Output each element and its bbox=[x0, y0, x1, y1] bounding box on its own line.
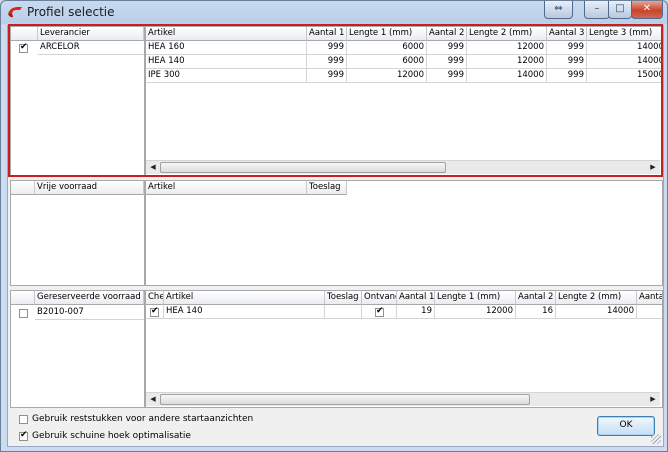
maximize-icon[interactable]: □ bbox=[608, 1, 632, 19]
table-row-artikel[interactable]: HEA 160 bbox=[146, 41, 307, 55]
table-cell[interactable]: 999 bbox=[307, 55, 347, 69]
resize-grip-icon[interactable] bbox=[651, 434, 661, 444]
table-cell[interactable]: 16 bbox=[516, 305, 556, 319]
reserved-checkbox-b2010-007[interactable] bbox=[19, 309, 28, 318]
title-bar[interactable]: Profiel selectie ⇔ – □ ✕ bbox=[1, 1, 667, 23]
table-row-artikel[interactable]: HEA 140 bbox=[164, 305, 325, 319]
col-lengte-2[interactable]: Lengte 2 (mm) bbox=[467, 27, 547, 41]
col-aantal-1[interactable]: Aantal 1 bbox=[397, 291, 435, 305]
table-cell[interactable]: 6000 bbox=[347, 55, 427, 69]
bevel-optimization-checkbox[interactable] bbox=[19, 430, 28, 441]
use-offcuts-checkbox[interactable] bbox=[19, 415, 28, 424]
col-aantal-2[interactable]: Aantal 2 bbox=[516, 291, 556, 305]
table-cell[interactable]: 999 bbox=[427, 69, 467, 83]
table-cell[interactable]: 999 bbox=[427, 55, 467, 69]
table-cell[interactable]: 999 bbox=[307, 41, 347, 55]
received-checkbox[interactable] bbox=[375, 306, 384, 317]
table-cell[interactable]: 14000 bbox=[587, 55, 662, 69]
col-toeslag[interactable]: Toeslag bbox=[307, 181, 347, 195]
use-offcuts-label[interactable]: Gebruik reststukken voor andere startaan… bbox=[32, 414, 253, 424]
table-cell[interactable]: 14000 bbox=[587, 41, 662, 55]
reserved-check-column-header[interactable] bbox=[11, 291, 35, 305]
col-artikel[interactable]: Artikel bbox=[146, 27, 307, 41]
supplier-column-header[interactable]: Leverancier bbox=[38, 27, 144, 41]
free-stock-check-column-header[interactable] bbox=[11, 181, 35, 195]
free-stock-column-header[interactable]: Vrije voorraad bbox=[35, 181, 144, 195]
horizontal-scrollbar[interactable]: ◀ ▶ bbox=[146, 160, 660, 174]
table-cell[interactable]: 999 bbox=[547, 69, 587, 83]
col-lengte-1[interactable]: Lengte 1 (mm) bbox=[347, 27, 427, 41]
app-logo-icon bbox=[8, 7, 22, 18]
table-cell[interactable]: 999 bbox=[427, 41, 467, 55]
col-lengte-1[interactable]: Lengte 1 (mm) bbox=[435, 291, 516, 305]
col-toeslag[interactable]: Toeslag bbox=[325, 291, 362, 305]
reserved-stock-list: Gereserveerde voorraad B2010-007 bbox=[10, 290, 145, 408]
supplier-list: Leverancier ARCELOR bbox=[10, 26, 145, 176]
supplier-check-column-header[interactable] bbox=[11, 27, 38, 41]
col-aantal-3[interactable]: Aantal 3 bbox=[547, 27, 587, 41]
reserved-row-checkbox[interactable] bbox=[150, 306, 159, 317]
scroll-left-icon[interactable]: ◀ bbox=[147, 394, 159, 405]
col-aantal-3[interactable]: Aanta bbox=[637, 291, 662, 305]
table-cell[interactable]: 999 bbox=[307, 69, 347, 83]
col-lengte-3[interactable]: Lengte 3 (mm) bbox=[587, 27, 662, 41]
table-cell[interactable]: 999 bbox=[547, 55, 587, 69]
table-cell[interactable]: 12000 bbox=[467, 55, 547, 69]
table-row-artikel[interactable]: IPE 300 bbox=[146, 69, 307, 83]
ok-button[interactable]: OK bbox=[597, 416, 655, 436]
table-cell[interactable]: 14000 bbox=[556, 305, 637, 319]
scroll-right-icon[interactable]: ▶ bbox=[647, 394, 659, 405]
table-cell[interactable]: 12000 bbox=[347, 69, 427, 83]
table-cell[interactable]: 12000 bbox=[467, 41, 547, 55]
table-cell[interactable]: 14000 bbox=[467, 69, 547, 83]
supplier-articles-grid: Artikel Aantal 1 Lengte 1 (mm) Aantal 2 … bbox=[145, 26, 663, 176]
supplier-name-cell[interactable]: ARCELOR bbox=[38, 41, 144, 55]
col-artikel[interactable]: Artikel bbox=[164, 291, 325, 305]
free-stock-list: Vrije voorraad bbox=[10, 180, 145, 286]
close-icon[interactable]: ✕ bbox=[631, 1, 663, 19]
table-cell[interactable] bbox=[637, 305, 662, 319]
bevel-optimization-label[interactable]: Gebruik schuine hoek optimalisatie bbox=[32, 431, 191, 441]
window-title: Profiel selectie bbox=[27, 5, 115, 19]
minimize-icon[interactable]: – bbox=[584, 1, 610, 19]
col-aantal-1[interactable]: Aantal 1 bbox=[307, 27, 347, 41]
scroll-thumb[interactable] bbox=[160, 162, 446, 173]
supplier-checkbox-arcelor[interactable] bbox=[19, 42, 28, 53]
scroll-right-icon[interactable]: ▶ bbox=[647, 162, 659, 173]
reserved-stock-column-header[interactable]: Gereserveerde voorraad bbox=[35, 291, 144, 305]
col-che[interactable]: Che bbox=[146, 291, 164, 305]
free-stock-articles-grid: Artikel Toeslag bbox=[145, 180, 663, 286]
scroll-left-icon[interactable]: ◀ bbox=[147, 162, 159, 173]
table-cell[interactable]: 15000 bbox=[587, 69, 662, 83]
horizontal-scrollbar[interactable]: ◀ ▶ bbox=[146, 392, 660, 406]
table-cell[interactable]: 12000 bbox=[435, 305, 516, 319]
dialog-client-area: Leverancier ARCELOR Artikel Aantal 1 Len… bbox=[7, 24, 664, 447]
reserved-name-cell[interactable]: B2010-007 bbox=[35, 306, 144, 320]
col-lengte-2[interactable]: Lengte 2 (mm) bbox=[556, 291, 637, 305]
col-aantal-2[interactable]: Aantal 2 bbox=[427, 27, 467, 41]
reserved-articles-grid: Che Artikel Toeslag Ontvang Aantal 1 Len… bbox=[145, 290, 663, 408]
scroll-thumb[interactable] bbox=[160, 394, 530, 405]
table-row-artikel[interactable]: HEA 140 bbox=[146, 55, 307, 69]
profile-selection-window: Profiel selectie ⇔ – □ ✕ Leverancier ARC… bbox=[0, 0, 668, 452]
restore-icon[interactable]: ⇔ bbox=[544, 1, 573, 19]
table-cell[interactable] bbox=[325, 305, 362, 319]
table-cell[interactable]: 19 bbox=[397, 305, 435, 319]
col-ontvangen[interactable]: Ontvang bbox=[362, 291, 397, 305]
col-artikel[interactable]: Artikel bbox=[146, 181, 307, 195]
table-cell[interactable]: 999 bbox=[547, 41, 587, 55]
table-cell[interactable]: 6000 bbox=[347, 41, 427, 55]
